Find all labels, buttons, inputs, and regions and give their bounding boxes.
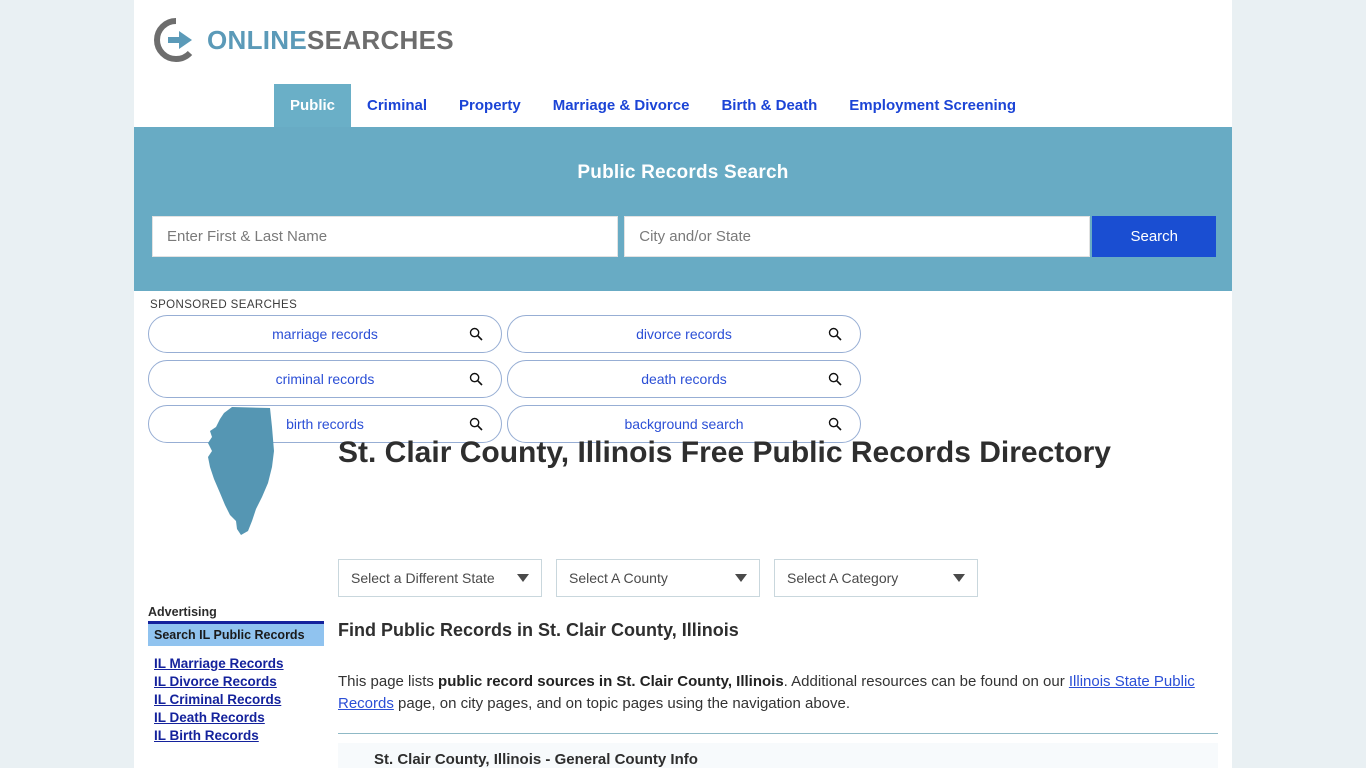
para-bold-1: public record sources in St. Clair Count… <box>438 673 784 690</box>
sponsored-pill-label: criminal records <box>275 371 375 387</box>
logo-wordmark: ONLINESEARCHES <box>207 27 454 53</box>
advertising-sidebar: Advertising Search IL Public Records IL … <box>148 605 324 744</box>
illinois-state-map-icon <box>208 407 274 535</box>
sponsored-pill-marriage-records[interactable]: marriage records <box>148 315 502 353</box>
para-part-3: page, on city pages, and on topic pages … <box>393 695 851 712</box>
logo-word-online: ONLINE <box>207 25 308 55</box>
ad-link-il-divorce-records[interactable]: IL Divorce Records <box>148 672 324 690</box>
nav-item-birth-death[interactable]: Birth & Death <box>705 84 833 127</box>
nav-item-criminal[interactable]: Criminal <box>351 84 443 127</box>
sponsored-pill-death-records[interactable]: death records <box>507 360 861 398</box>
category-select-label: Select A Category <box>787 570 899 586</box>
sponsored-pill-divorce-records[interactable]: divorce records <box>507 315 861 353</box>
nav-item-property[interactable]: Property <box>443 84 537 127</box>
intro-paragraph: This page lists public record sources in… <box>338 671 1218 715</box>
advertising-header: Search IL Public Records <box>148 624 324 646</box>
logo-word-searches: SEARCHES <box>307 25 454 55</box>
nav-item-public[interactable]: Public <box>274 84 352 127</box>
para-part-2: . Additional resources can be found on o… <box>783 673 1069 690</box>
advertising-label: Advertising <box>148 605 217 619</box>
nav-item-marriage-divorce[interactable]: Marriage & Divorce <box>537 84 706 127</box>
ad-link-il-marriage-records[interactable]: IL Marriage Records <box>148 654 324 672</box>
chevron-down-icon <box>735 574 747 582</box>
search-name-input[interactable] <box>152 216 619 257</box>
county-select-label: Select A County <box>569 570 668 586</box>
category-select[interactable]: Select A Category <box>774 559 978 597</box>
site-header: ONLINESEARCHES <box>134 0 1232 84</box>
sponsored-searches-label: SPONSORED SEARCHES <box>150 299 298 311</box>
ad-link-il-birth-records[interactable]: IL Birth Records <box>148 726 324 744</box>
advertising-links: IL Marriage Records IL Divorce Records I… <box>148 646 324 744</box>
ad-link-il-criminal-records[interactable]: IL Criminal Records <box>148 690 324 708</box>
ad-link-il-death-records[interactable]: IL Death Records <box>148 708 324 726</box>
search-icon <box>469 327 483 341</box>
public-records-search-band: Public Records Search Search <box>134 127 1232 291</box>
site-logo[interactable]: ONLINESEARCHES <box>154 18 454 62</box>
county-select[interactable]: Select A County <box>556 559 760 597</box>
search-form: Search <box>152 216 1217 257</box>
chevron-down-icon <box>953 574 965 582</box>
chevron-down-icon <box>517 574 529 582</box>
main-navigation: Public Criminal Property Marriage & Divo… <box>134 84 1232 127</box>
filter-selects: Select a Different State Select A County… <box>338 559 992 597</box>
search-city-input[interactable] <box>624 216 1091 257</box>
section-heading: Find Public Records in St. Clair County,… <box>338 620 739 640</box>
sponsored-pill-label: marriage records <box>272 326 378 342</box>
search-icon <box>828 372 842 386</box>
sponsored-pill-grid: marriage records divorce records crimina… <box>134 315 1232 443</box>
content-divider <box>338 733 1218 734</box>
page-root: ONLINESEARCHES Public Criminal Property … <box>0 0 1366 768</box>
search-button[interactable]: Search <box>1092 216 1217 257</box>
search-icon <box>828 327 842 341</box>
search-icon <box>469 372 483 386</box>
nav-item-employment-screening[interactable]: Employment Screening <box>833 84 1032 127</box>
search-band-title: Public Records Search <box>577 162 789 183</box>
sponsored-searches: SPONSORED SEARCHES marriage records divo… <box>134 291 1232 443</box>
state-select[interactable]: Select a Different State <box>338 559 542 597</box>
page-title: St. Clair County, Illinois Free Public R… <box>338 436 1111 469</box>
circular-arrow-icon <box>154 18 193 62</box>
state-select-label: Select a Different State <box>351 570 495 586</box>
sponsored-pill-label: divorce records <box>636 326 732 342</box>
sponsored-pill-label: death records <box>641 371 727 387</box>
main-content: Find Public Records in St. Clair County,… <box>338 620 1218 768</box>
para-part-1: This page lists <box>338 673 439 690</box>
general-county-info-heading: St. Clair County, Illinois - General Cou… <box>338 743 1218 768</box>
sponsored-pill-criminal-records[interactable]: criminal records <box>148 360 502 398</box>
content-column: ONLINESEARCHES Public Criminal Property … <box>134 0 1232 768</box>
